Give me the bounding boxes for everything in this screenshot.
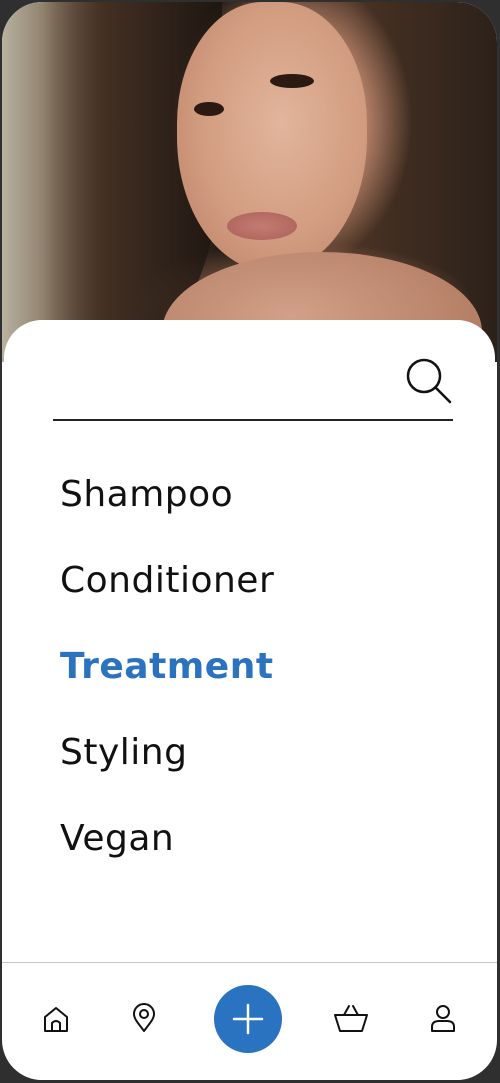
search-input-underline[interactable]	[53, 419, 453, 421]
category-vegan[interactable]: Vegan	[60, 818, 174, 859]
location-pin-icon[interactable]	[128, 1002, 160, 1034]
app-screen: Shampoo Conditioner Treatment Styling Ve…	[2, 2, 497, 1080]
category-shampoo[interactable]: Shampoo	[60, 474, 233, 515]
search-icon[interactable]	[402, 354, 454, 406]
category-styling[interactable]: Styling	[60, 732, 187, 773]
category-conditioner[interactable]: Conditioner	[60, 560, 274, 601]
hero-photo	[2, 2, 497, 412]
home-icon[interactable]	[40, 1003, 72, 1035]
category-treatment[interactable]: Treatment	[60, 646, 274, 687]
shopping-basket-icon[interactable]	[332, 1002, 370, 1034]
add-button[interactable]	[214, 985, 282, 1053]
bottom-nav-divider	[2, 962, 497, 963]
hero-photo-lips	[227, 212, 297, 240]
user-icon[interactable]	[427, 1002, 459, 1034]
category-sheet	[4, 320, 495, 1080]
plus-icon	[232, 1003, 264, 1035]
hero-photo-eye	[194, 102, 224, 116]
hero-photo-eye	[270, 74, 314, 88]
